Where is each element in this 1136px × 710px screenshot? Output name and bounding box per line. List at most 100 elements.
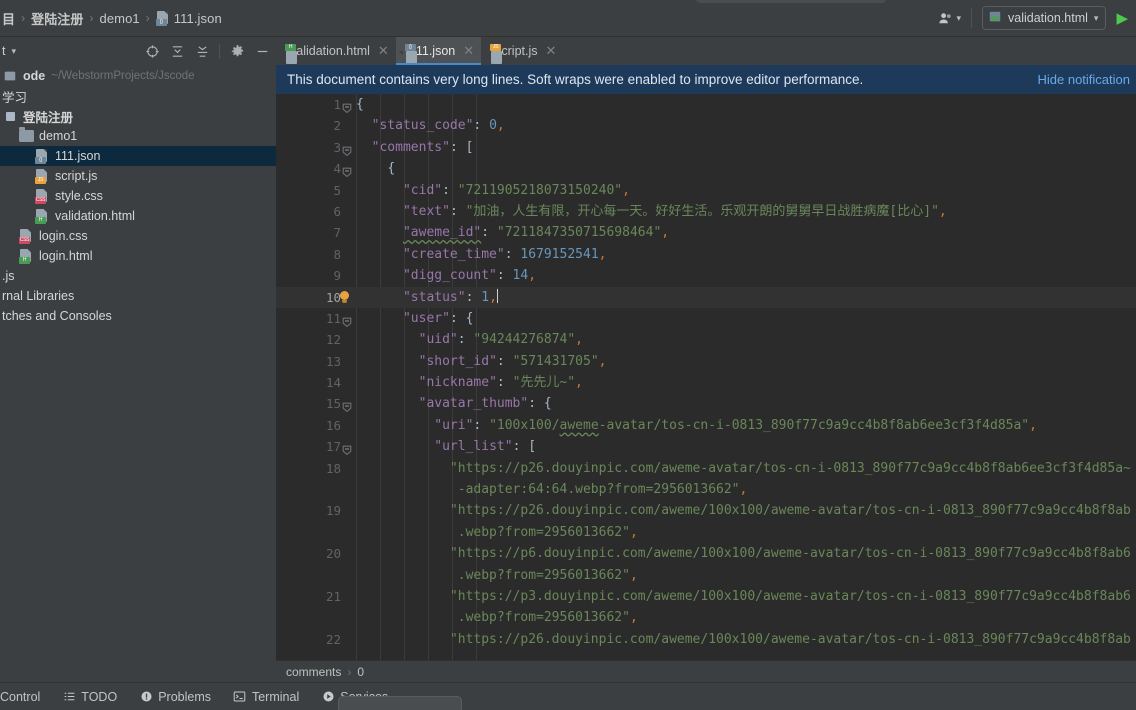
fold-toggle-icon[interactable]	[342, 398, 352, 413]
line-number: 7	[333, 225, 341, 241]
breadcrumb: 目 › 登陆注册 › demo1 › {} 111.json	[0, 9, 222, 28]
code-line[interactable]: 1{	[276, 94, 1136, 115]
code-line[interactable]: 4 {	[276, 158, 1136, 179]
tree-item-logincss[interactable]: CSS login.css	[0, 226, 276, 246]
code-line[interactable]: 20 "https://p6.douyinpic.com/aweme/100x1…	[276, 543, 1136, 564]
tree-item-demo1[interactable]: demo1	[0, 126, 276, 146]
code-text: "https://p6.douyinpic.com/aweme/100x100/…	[449, 546, 1131, 562]
line-number: 3	[276, 137, 352, 158]
tree-item-111json[interactable]: {} 111.json	[0, 146, 276, 166]
intention-bulb-icon[interactable]	[338, 290, 350, 303]
close-icon[interactable]: ✕	[463, 43, 474, 59]
editor-breadcrumb-first[interactable]: comments	[286, 665, 341, 679]
settings-gear-icon[interactable]	[229, 43, 245, 59]
editor-breadcrumb-second[interactable]: 0	[357, 665, 364, 679]
code-line[interactable]: 14 "nickname": "先先儿~",	[276, 372, 1136, 393]
code-line[interactable]: 13 "short_id": "571431705",	[276, 351, 1136, 372]
status-bar-terminal[interactable]: Terminal	[233, 690, 299, 704]
folder-icon	[18, 127, 34, 144]
run-button[interactable]: ▶	[1116, 11, 1128, 26]
code-viewport[interactable]: 1{2 "status_code": 0, 3 "comments": [4 {5…	[276, 94, 1136, 682]
line-number: 17	[276, 436, 352, 457]
tree-item-stylecss[interactable]: CSS style.css	[0, 186, 276, 206]
project-root-icon	[2, 68, 18, 84]
code-line[interactable]: 2 "status_code": 0,	[276, 115, 1136, 136]
code-line[interactable]: 12 "uid": "94244276874",	[276, 329, 1136, 350]
fold-toggle-icon[interactable]	[342, 142, 352, 156]
code-line[interactable]: 21 "https://p3.douyinpic.com/aweme/100x1…	[276, 586, 1136, 607]
tree-item-ode[interactable]: ode ~/WebstormProjects/Jscode	[0, 66, 276, 86]
hide-notification-link[interactable]: Hide notification	[1038, 72, 1131, 87]
code-line[interactable]: 10 "status": 1,	[276, 286, 1136, 308]
status-bar-control[interactable]: Control	[0, 690, 40, 704]
code-text: "url_list": [	[434, 439, 537, 455]
code-line[interactable]: 19 "https://p26.douyinpic.com/aweme/100x…	[276, 500, 1136, 521]
code-line[interactable]: 15 "avatar_thumb": {	[276, 393, 1136, 414]
expand-all-icon[interactable]	[169, 43, 185, 59]
tree-item-validationhtml[interactable]: Hvalidation.html	[0, 206, 276, 226]
line-number: 8	[333, 246, 341, 262]
status-bar-todo[interactable]: TODO	[62, 690, 117, 704]
project-panel-title[interactable]: t	[0, 44, 5, 58]
code-line[interactable]: 17 "url_list": [	[276, 436, 1136, 457]
code-line[interactable]: .webp?from=2956013662",	[276, 565, 1136, 586]
hide-panel-icon[interactable]	[254, 43, 270, 59]
tree-item-js[interactable]: .js	[0, 266, 276, 286]
tree-item-label: script.js	[55, 169, 98, 183]
fold-toggle-icon[interactable]	[342, 313, 352, 328]
tree-item-label: 111.json	[55, 149, 101, 163]
tree-item-path: ~/WebstormProjects/Jscode	[51, 70, 195, 82]
chevron-down-icon[interactable]: ▾	[11, 46, 16, 57]
people-icon[interactable]: ▾	[938, 11, 961, 26]
code-line[interactable]: 22 "https://p26.douyinpic.com/aweme/100x…	[276, 629, 1136, 650]
line-number: 15	[276, 393, 352, 414]
code-line[interactable]: 3 "comments": [	[276, 137, 1136, 158]
code-text: "short_id": "571431705",	[418, 353, 607, 369]
tree-item-label: validation.html	[55, 209, 135, 223]
code-line[interactable]: 11 "user": {	[276, 308, 1136, 329]
code-text: "status": 1,	[402, 288, 498, 305]
locate-icon[interactable]	[144, 43, 160, 59]
code-line[interactable]: 5 "cid": "7211905218073150240",	[276, 180, 1136, 201]
editor-tab-111json[interactable]: {} 111.json ✕	[395, 37, 482, 65]
fold-toggle-icon[interactable]	[342, 163, 352, 178]
breadcrumb-item-1[interactable]: 登陆注册	[31, 9, 83, 28]
tree-item-tchesandconsoles[interactable]: tches and Consoles	[0, 306, 276, 326]
fold-toggle-icon[interactable]	[342, 99, 352, 114]
tree-item-[interactable]: 学习	[0, 86, 276, 106]
toolbar-divider	[971, 8, 973, 28]
editor-breadcrumb[interactable]: comments › 0	[276, 660, 1136, 682]
tree-item-rnallibraries[interactable]: rnal Libraries	[0, 286, 276, 306]
code-line[interactable]: 16 "uri": "100x100/aweme-avatar/tos-cn-i…	[276, 415, 1136, 436]
tree-item-[interactable]: 登陆注册	[0, 106, 276, 126]
code-line[interactable]: 18 "https://p26.douyinpic.com/aweme-avat…	[276, 458, 1136, 479]
breadcrumb-item-0[interactable]: 目	[2, 9, 15, 28]
code-line[interactable]: 8 "create_time": 1679152541,	[276, 244, 1136, 265]
tree-item-scriptjs[interactable]: JS script.js	[0, 166, 276, 186]
code-text: "uid": "94244276874",	[418, 332, 583, 348]
close-icon[interactable]: ✕	[378, 43, 389, 59]
close-icon[interactable]: ✕	[546, 43, 557, 59]
editor-tab-validationhtml[interactable]: Hvalidation.html ✕	[276, 37, 396, 65]
collapse-all-icon[interactable]	[194, 43, 210, 59]
run-configuration-selector[interactable]: validation.html ▾	[982, 6, 1107, 30]
code-text: .webp?from=2956013662",	[457, 524, 638, 540]
fold-toggle-icon[interactable]	[342, 441, 352, 456]
status-bar-problems[interactable]: Problems	[139, 690, 211, 704]
code-line[interactable]: 6 "text": "加油，人生有限，开心每一天。好好生活。乐观开朗的舅舅早日战…	[276, 201, 1136, 222]
tree-item-loginhtml[interactable]: Hlogin.html	[0, 246, 276, 266]
code-line[interactable]: .webp?from=2956013662",	[276, 522, 1136, 543]
editor-tab-scriptjs[interactable]: JS script.js ✕	[481, 37, 563, 65]
code-line[interactable]: -adapter:64:64.webp?from=2956013662",	[276, 479, 1136, 500]
html-file-icon: H	[18, 248, 34, 264]
project-tree[interactable]: ode ~/WebstormProjects/Jscode 学习 登陆注册 demo1 {…	[0, 65, 276, 682]
breadcrumb-label: 登陆注册	[31, 11, 84, 27]
code-line[interactable]: 7 "aweme_id": "7211847350715698464",	[276, 222, 1136, 243]
code-line[interactable]: 9 "digg_count": 14,	[276, 265, 1136, 286]
line-number: 16	[325, 417, 341, 433]
breadcrumb-item-2[interactable]: demo1	[100, 11, 140, 26]
editor-tabs: Hvalidation.html ✕{} 111.json ✕ JS script.js ✕	[276, 37, 1136, 65]
breadcrumb-item-3[interactable]: {} 111.json	[155, 10, 222, 26]
breadcrumb-separator: ›	[89, 11, 94, 25]
code-line[interactable]: .webp?from=2956013662",	[276, 607, 1136, 628]
